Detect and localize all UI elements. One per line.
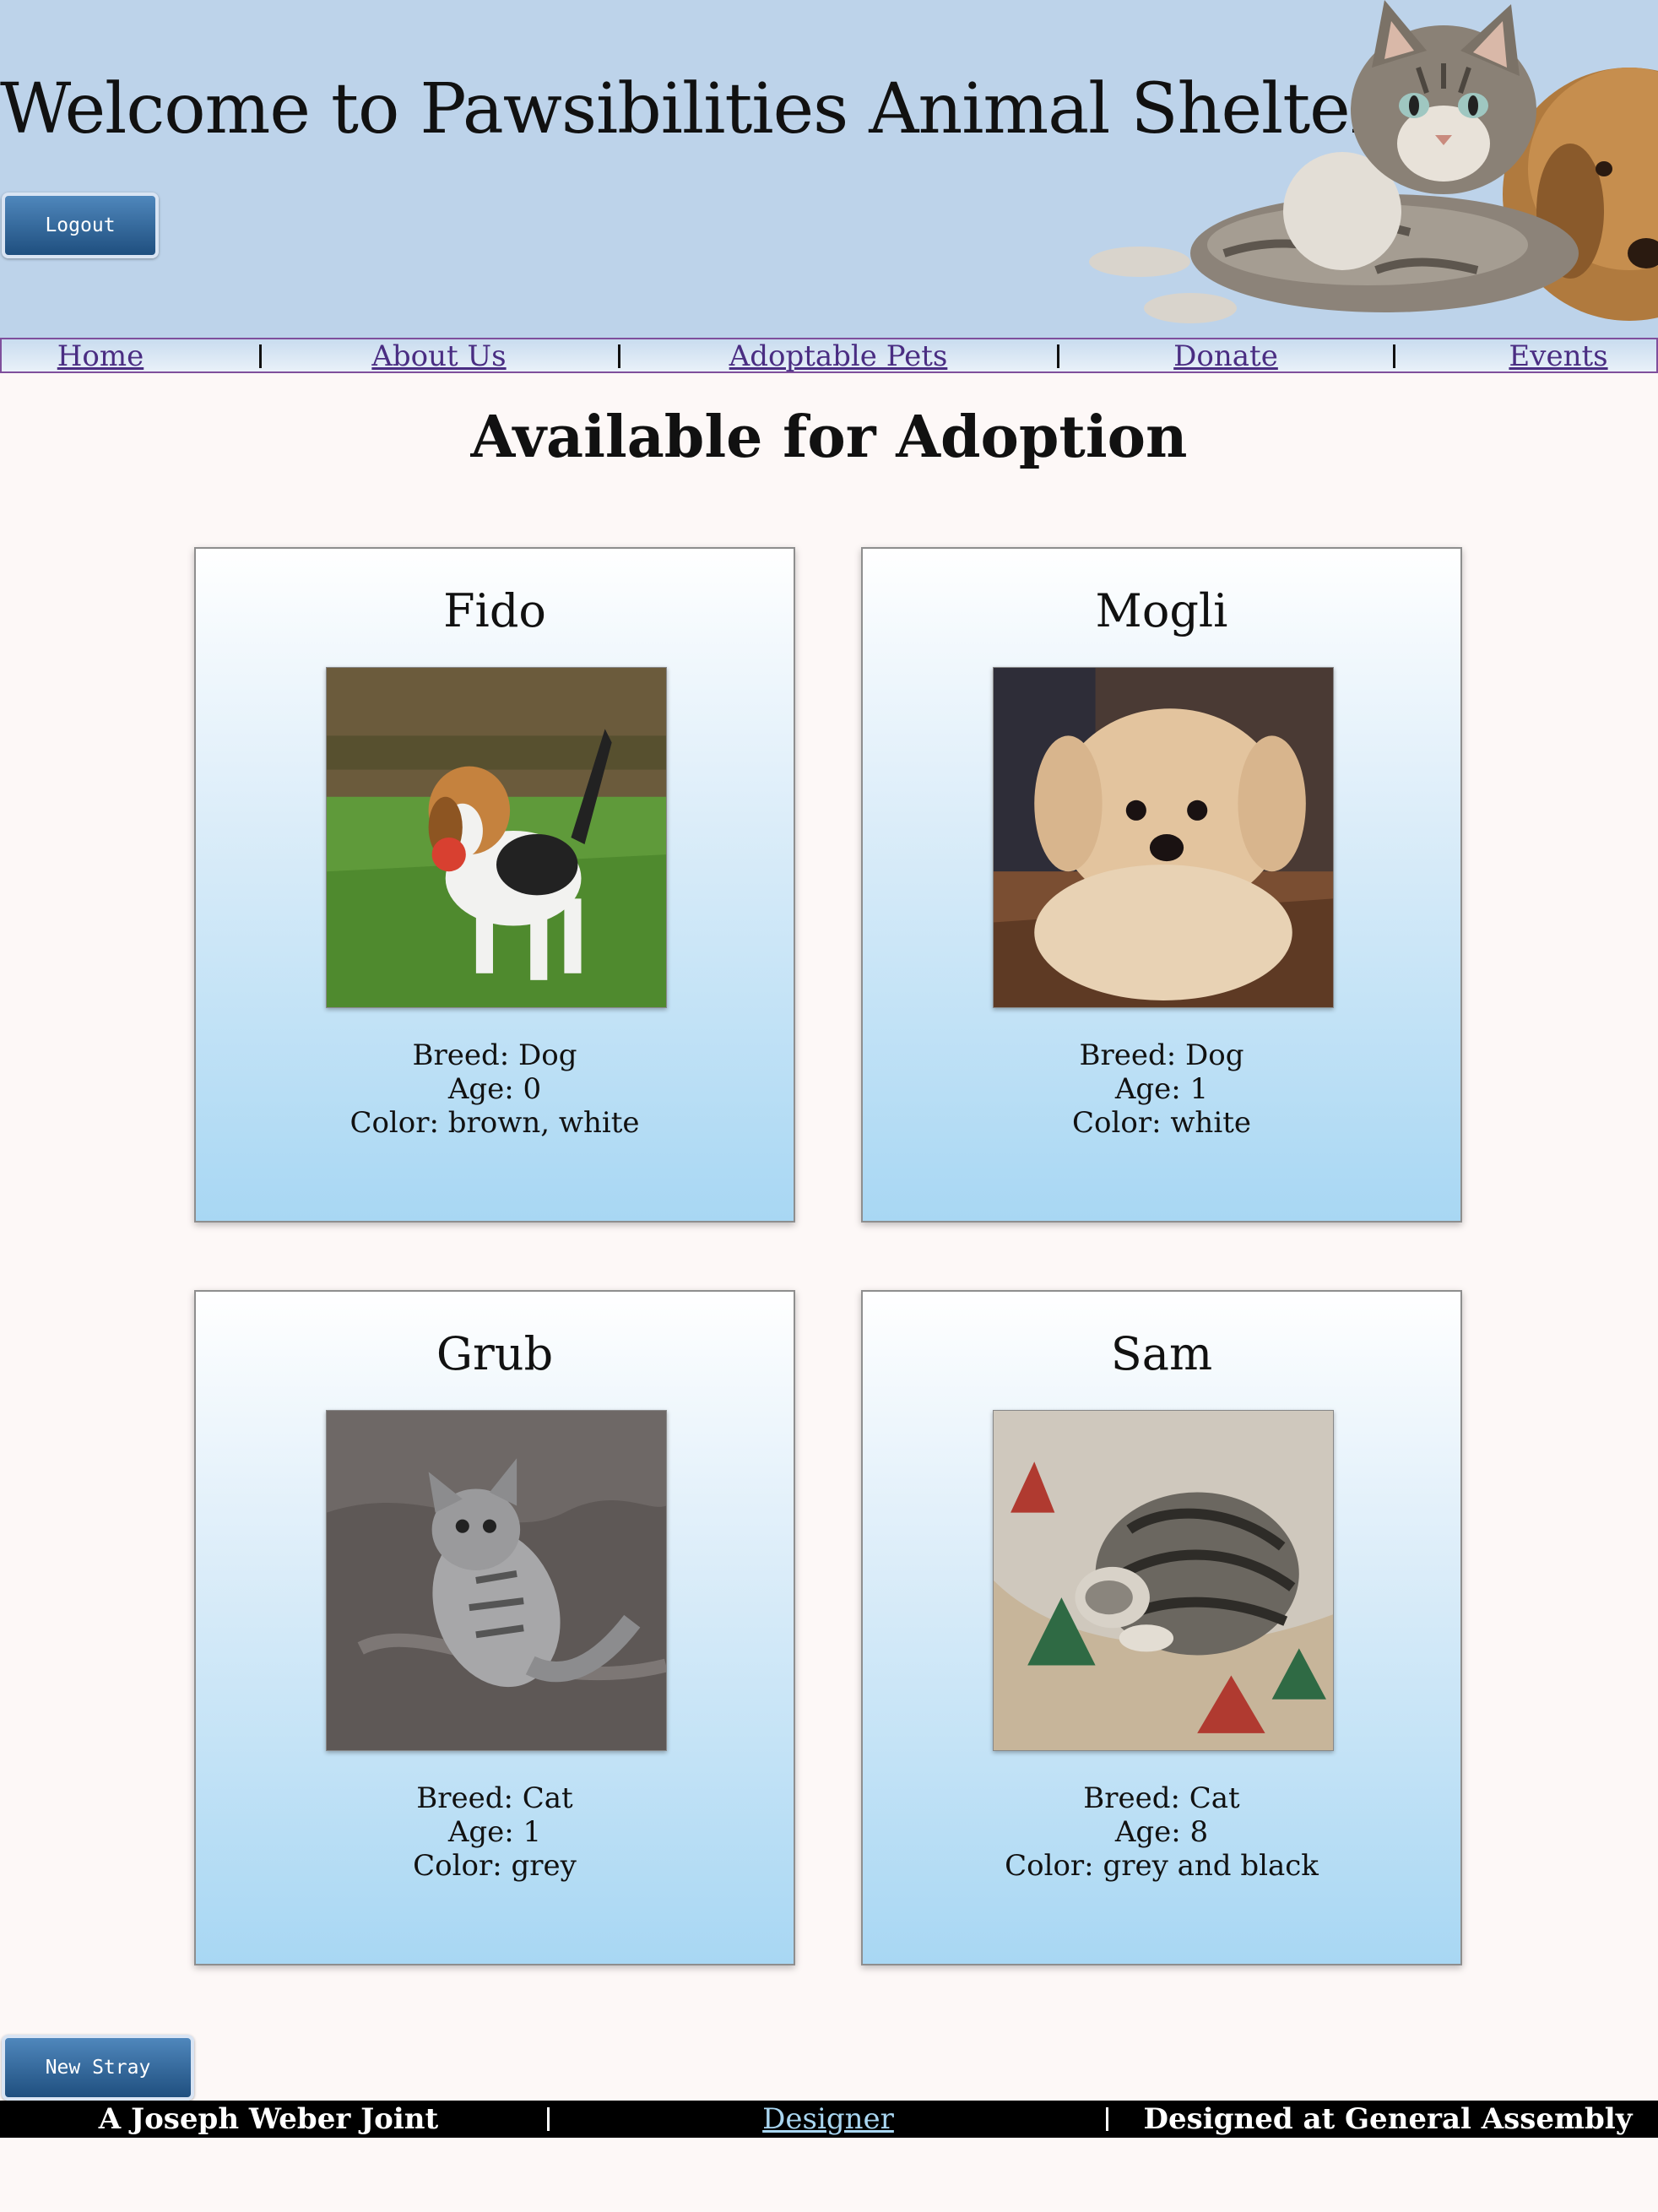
pet-card[interactable]: Sam Breed: Cat Age: 8 Color: grey and bl… xyxy=(861,1290,1462,1965)
pet-breed: Breed: Cat xyxy=(416,1781,573,1815)
pet-name: Fido xyxy=(443,584,546,637)
nav-separator xyxy=(259,344,262,368)
grey-kitten-photo xyxy=(326,1410,667,1751)
pet-name: Sam xyxy=(1110,1327,1213,1380)
footer-general-assembly: Designed at General Assembly xyxy=(1143,2102,1633,2136)
pet-color: Color: white xyxy=(1071,1106,1251,1140)
pet-card[interactable]: Mogli Breed: Dog Age: 1 Color: white xyxy=(861,547,1462,1223)
pet-name: Grub xyxy=(436,1327,554,1380)
pet-age: Age: 1 xyxy=(447,1815,542,1849)
footer-separator xyxy=(1106,2107,1108,2131)
pet-color: Color: grey and black xyxy=(1005,1849,1319,1883)
site-footer: A Joseph Weber Joint Designer Designed a… xyxy=(0,2101,1658,2138)
nav-separator xyxy=(1057,344,1059,368)
pet-card[interactable]: Grub Breed: Cat Age: 1 Color: grey xyxy=(194,1290,795,1965)
nav-link-events[interactable]: Events xyxy=(1509,339,1607,373)
pet-details: Breed: Dog Age: 0 Color: brown, white xyxy=(196,1038,794,1140)
pet-color: Color: grey xyxy=(413,1849,577,1883)
pet-details: Breed: Dog Age: 1 Color: white xyxy=(863,1038,1460,1140)
fluffy-puppy-photo xyxy=(993,667,1334,1008)
pet-age: Age: 1 xyxy=(1114,1072,1209,1106)
nav-link-adoptable-pets[interactable]: Adoptable Pets xyxy=(729,339,948,373)
footer-designer-link[interactable]: Designer xyxy=(762,2101,894,2138)
pet-details: Breed: Cat Age: 1 Color: grey xyxy=(196,1781,794,1883)
nav-separator xyxy=(1393,344,1395,368)
pet-color: Color: brown, white xyxy=(349,1106,640,1140)
nav-link-about-us[interactable]: About Us xyxy=(371,339,506,373)
pet-breed: Breed: Dog xyxy=(1079,1038,1244,1072)
pet-card[interactable]: Fido Breed: Dog Age: 0 Color: brown, whi… xyxy=(194,547,795,1223)
site-header: Welcome to Pawsibilities Animal Shelter … xyxy=(0,0,1658,338)
nav-separator xyxy=(618,344,620,368)
nav-link-donate[interactable]: Donate xyxy=(1173,339,1278,373)
pet-breed: Breed: Dog xyxy=(412,1038,577,1072)
pet-age: Age: 0 xyxy=(447,1072,542,1106)
page-heading: Available for Adoption xyxy=(470,404,1188,471)
pet-age: Age: 8 xyxy=(1114,1815,1209,1849)
pet-breed: Breed: Cat xyxy=(1083,1781,1240,1815)
cat-and-dog-header-image xyxy=(1089,0,1658,323)
tabby-cat-photo xyxy=(993,1410,1334,1751)
nav-link-home[interactable]: Home xyxy=(57,339,144,373)
footer-credit: A Joseph Weber Joint xyxy=(98,2102,439,2136)
main-nav: Home About Us Adoptable Pets Donate Even… xyxy=(0,338,1658,373)
footer-separator xyxy=(547,2107,550,2131)
beagle-puppy-photo xyxy=(326,667,667,1008)
new-stray-button[interactable]: New Stray xyxy=(2,2035,194,2101)
logout-button[interactable]: Logout xyxy=(2,192,159,258)
pet-name: Mogli xyxy=(1095,584,1228,637)
pet-details: Breed: Cat Age: 8 Color: grey and black xyxy=(863,1781,1460,1883)
